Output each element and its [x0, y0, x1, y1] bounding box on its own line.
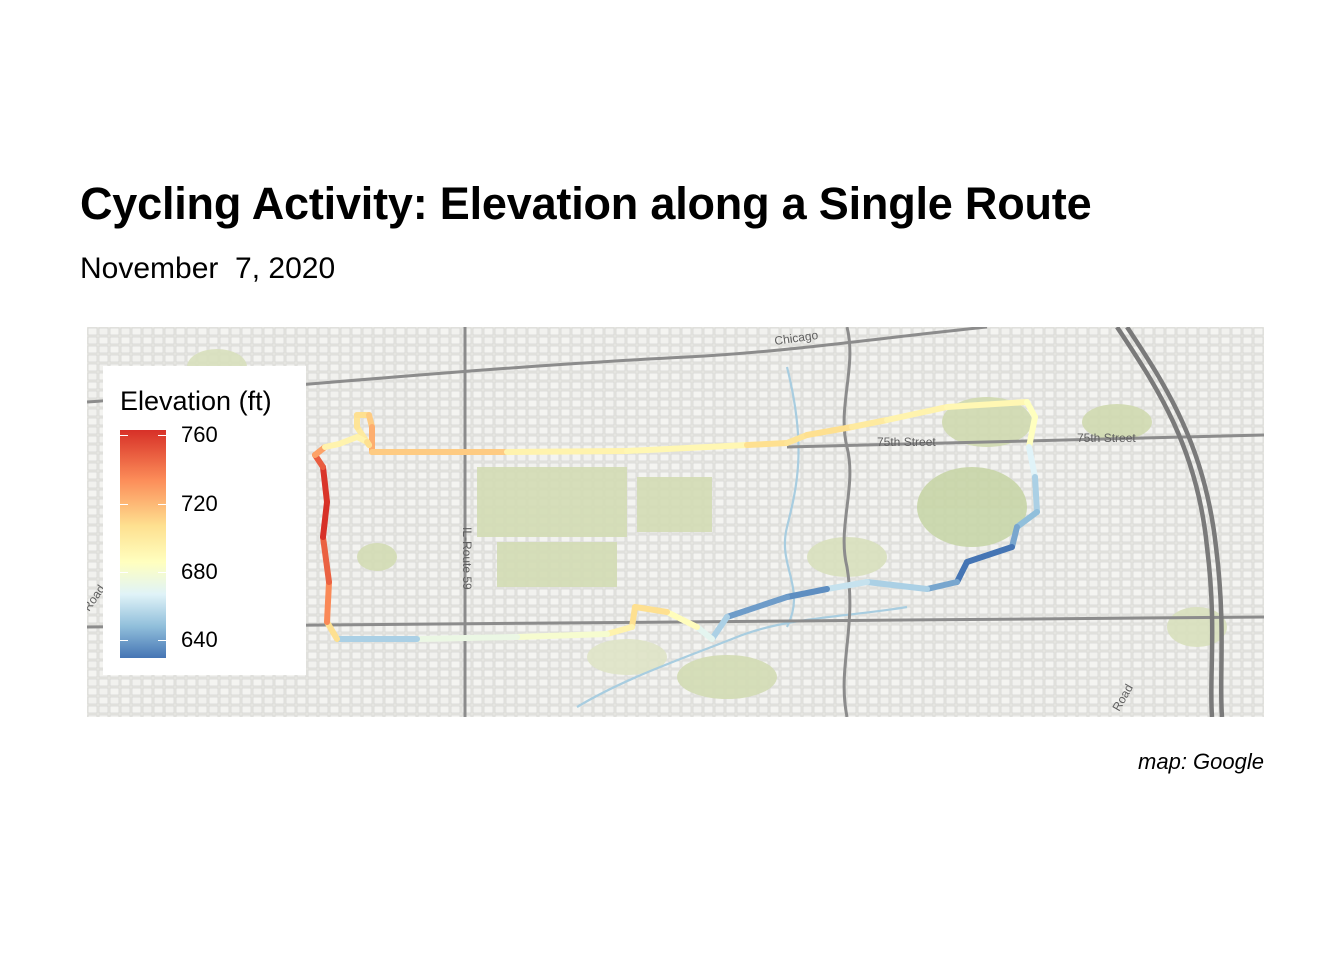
route-segment: [320, 464, 330, 505]
legend-label-720: 720: [181, 491, 218, 516]
route-segment: [364, 439, 372, 448]
legend-tick-mark: [120, 504, 166, 505]
legend-colorbar: [120, 430, 166, 658]
chart-subtitle: November 7, 2020: [80, 252, 336, 285]
legend-title: Elevation (ft): [120, 386, 272, 416]
legend-tick-mark: [120, 435, 166, 436]
street-label-75th-street: 75th Street: [877, 435, 936, 449]
route-segment: [324, 579, 332, 625]
chart-title: Cycling Activity: Elevation along a Sing…: [80, 178, 1092, 229]
legend-tick-mark: [120, 640, 166, 641]
street-label-route-59: IL-Route 59: [460, 527, 474, 590]
legend-label-680: 680: [181, 559, 218, 584]
legend: Elevation (ft) 760 720 680 640: [103, 366, 306, 675]
route-segment: [514, 631, 610, 640]
legend-tick-mark: [120, 572, 166, 573]
legend-label-640: 640: [181, 627, 218, 652]
legend-label-760: 760: [181, 422, 218, 447]
route-segment: [504, 448, 630, 455]
route-segment: [744, 440, 790, 448]
map-source-caption: map: Google: [1138, 749, 1264, 774]
route-segment: [1032, 474, 1040, 515]
route-segment: [414, 634, 520, 642]
street-label-75th-street-east: 75th Street: [1077, 431, 1136, 445]
route-segment: [320, 499, 330, 540]
route-segment: [629, 604, 638, 630]
